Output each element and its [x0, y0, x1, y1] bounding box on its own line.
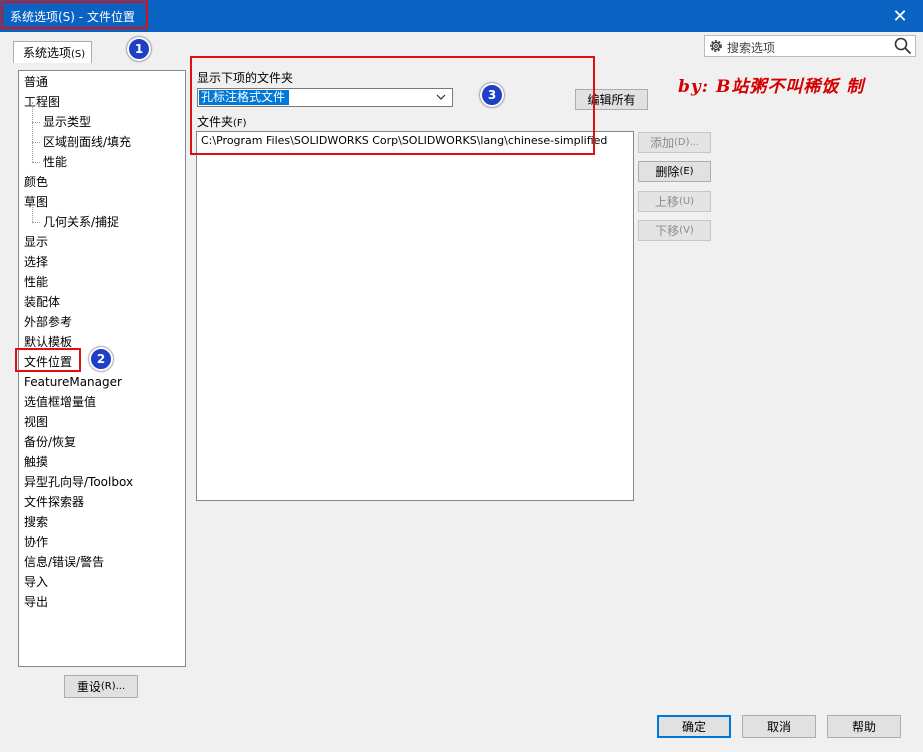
tree-item[interactable]: 外部参考: [24, 312, 72, 332]
move-up-mnemonic: (U): [678, 196, 695, 207]
tree-item[interactable]: 备份/恢复: [24, 432, 76, 452]
annotation-badge-1: 1: [127, 37, 151, 61]
reset-button[interactable]: 重设 (R)...: [64, 675, 138, 698]
tree-item[interactable]: 工程图: [24, 92, 60, 112]
move-down-mnemonic: (V): [679, 225, 694, 236]
close-icon: ✕: [892, 5, 908, 27]
tree-item[interactable]: 视图: [24, 412, 48, 432]
tree-connector: [32, 202, 33, 222]
delete-mnemonic: (E): [679, 166, 694, 177]
move-up-label: 上移: [654, 195, 679, 209]
annotation-box-3: [190, 56, 595, 155]
reset-mnemonic: (R)...: [100, 681, 126, 692]
folder-list[interactable]: C:\Program Files\SOLIDWORKS Corp\SOLIDWO…: [196, 131, 634, 501]
tree-item[interactable]: 导出: [24, 592, 48, 612]
watermark-text: by: B站粥不叫稀饭 制: [678, 77, 865, 97]
tree-connector: [32, 222, 40, 223]
tree-item[interactable]: 显示: [24, 232, 48, 252]
tree-item[interactable]: 性能: [43, 152, 67, 172]
delete-label: 删除: [655, 165, 680, 179]
tree-item[interactable]: 几何关系/捕捉: [43, 212, 119, 232]
delete-button[interactable]: 删除 (E): [638, 161, 711, 182]
tree-item[interactable]: 触摸: [24, 452, 48, 472]
tree-item[interactable]: 区域剖面线/填充: [43, 132, 131, 152]
tree-item[interactable]: 搜索: [24, 512, 48, 532]
help-button[interactable]: 帮助: [827, 715, 901, 738]
tree-item[interactable]: 文件探索器: [24, 492, 84, 512]
tree-item[interactable]: 颜色: [24, 172, 48, 192]
ok-button[interactable]: 确定: [657, 715, 731, 738]
tab-system-options[interactable]: 系统选项(S): [13, 41, 92, 63]
tab-mnemonic: (S): [71, 49, 86, 60]
tree-item[interactable]: 普通: [24, 72, 48, 92]
annotation-box-2: [15, 348, 81, 372]
tree-item[interactable]: 性能: [24, 272, 48, 292]
reset-label: 重设: [76, 680, 101, 694]
tree-connector: [32, 102, 33, 162]
tree-connector: [32, 142, 40, 143]
tab-label: 系统选项: [23, 46, 72, 60]
add-label: 添加: [649, 136, 674, 150]
move-down-button[interactable]: 下移 (V): [638, 220, 711, 241]
add-button[interactable]: 添加 (D)...: [638, 132, 711, 153]
tree-item[interactable]: 信息/错误/警告: [24, 552, 104, 572]
add-mnemonic: (D)...: [673, 137, 700, 148]
tree-item[interactable]: 选择: [24, 252, 48, 272]
tree-item[interactable]: 异型孔向导/Toolbox: [24, 472, 133, 492]
search-input[interactable]: 搜索选项: [704, 35, 916, 57]
tree-item[interactable]: 草图: [24, 192, 48, 212]
search-placeholder: 搜索选项: [727, 41, 776, 55]
tree-item[interactable]: FeatureManager: [24, 372, 122, 392]
tree-item[interactable]: 选值框增量值: [24, 392, 96, 412]
tree-item[interactable]: 显示类型: [43, 112, 91, 132]
annotation-badge-2: 2: [89, 347, 113, 371]
tree-connector: [32, 162, 40, 163]
tree-item[interactable]: 装配体: [24, 292, 60, 312]
cancel-button[interactable]: 取消: [742, 715, 816, 738]
move-up-button[interactable]: 上移 (U): [638, 191, 711, 212]
tree-item[interactable]: 协作: [24, 532, 48, 552]
annotation-box-1: [1, 1, 148, 29]
move-down-label: 下移: [655, 224, 680, 238]
tree-connector: [32, 122, 40, 123]
gear-icon: [710, 40, 722, 52]
close-button[interactable]: ✕: [877, 0, 923, 32]
search-icon[interactable]: [894, 37, 912, 55]
tree-item[interactable]: 导入: [24, 572, 48, 592]
